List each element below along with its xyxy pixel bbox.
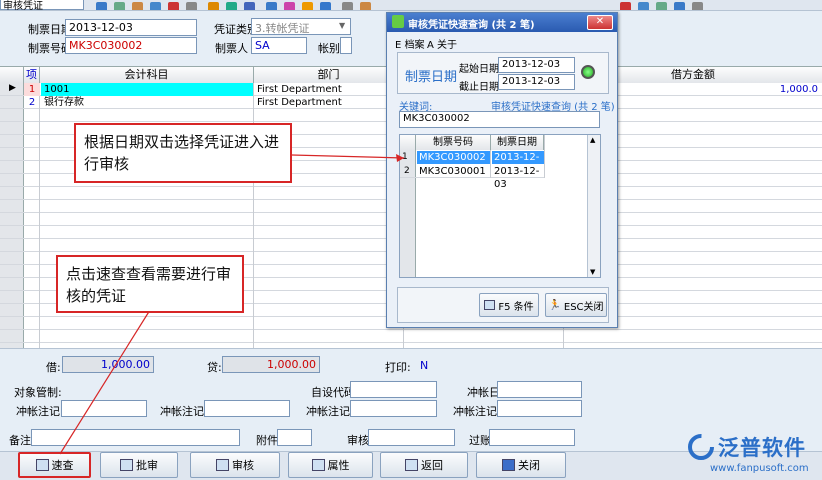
annotation-callout-bottom: 点击速查查看需要进行审核的凭证 — [56, 255, 244, 313]
annotation-callout-top: 根据日期双击选择凭证进入进行审核 — [74, 123, 292, 183]
annotation-arrows — [59, 154, 405, 455]
